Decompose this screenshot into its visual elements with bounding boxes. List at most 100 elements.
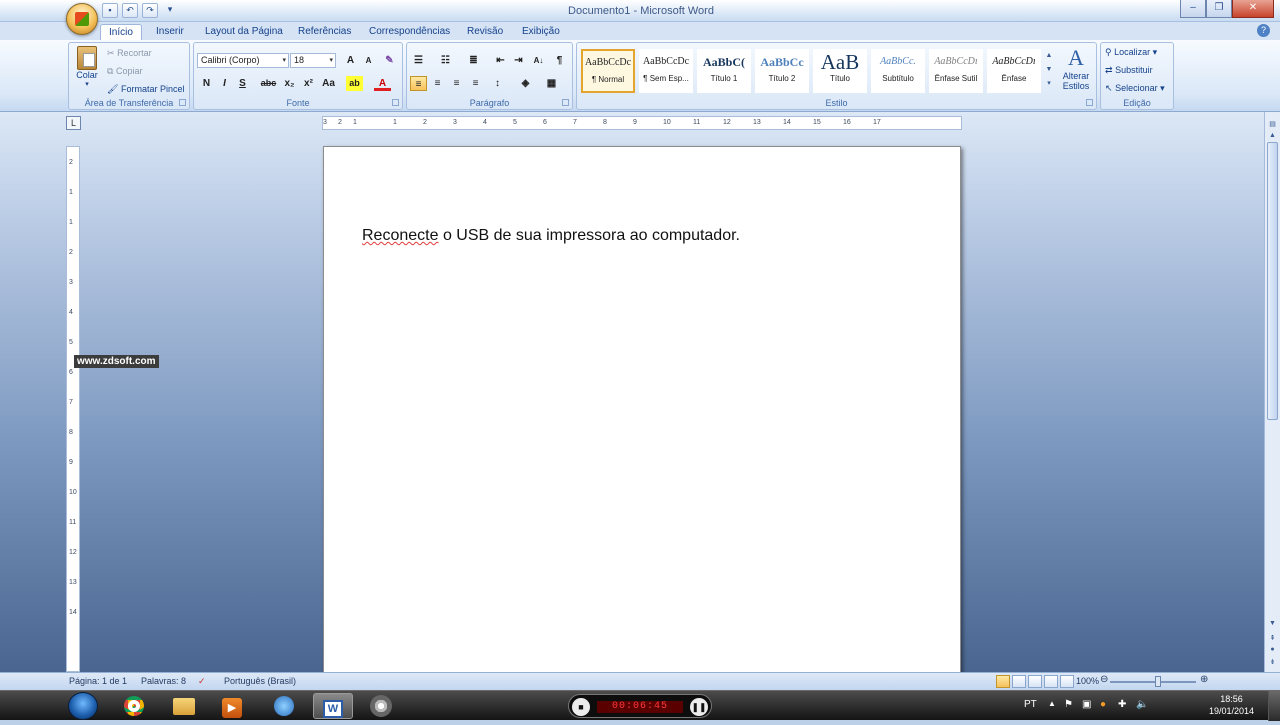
explorer-icon[interactable] <box>164 693 204 719</box>
decrease-indent-icon[interactable]: ⇤ <box>492 53 509 68</box>
tab-selector[interactable]: L <box>66 116 81 130</box>
tab-revisao[interactable]: Revisão <box>459 24 511 40</box>
word-count[interactable]: Palavras: 8 <box>141 676 186 686</box>
zoom-slider-thumb[interactable] <box>1155 676 1161 687</box>
page-count[interactable]: Página: 1 de 1 <box>69 676 127 686</box>
line-spacing-icon[interactable]: ↕ <box>489 76 506 91</box>
tab-correspondencias[interactable]: Correspondências <box>361 24 458 40</box>
strikethrough-button[interactable]: abc <box>260 76 277 91</box>
language-indicator[interactable]: Português (Brasil) <box>224 676 296 686</box>
scrollbar-thumb[interactable] <box>1267 142 1278 420</box>
subscript-button[interactable]: x₂ <box>281 76 298 91</box>
tray-app-icon[interactable]: ● <box>1100 699 1106 710</box>
word-taskbar-icon[interactable]: W <box>313 693 353 719</box>
style-gallery-scroll[interactable]: ▲ ▼ ▾ <box>1044 49 1054 93</box>
document-text[interactable]: Reconecte o USB de sua impressora ao com… <box>362 227 740 245</box>
replace-button[interactable]: ⇄ Substituir <box>1105 65 1153 76</box>
maximize-button[interactable]: ❐ <box>1206 0 1232 18</box>
format-painter-button[interactable]: 🖌 Formatar Pincel <box>107 84 184 95</box>
document-page[interactable]: Reconecte o USB de sua impressora ao com… <box>323 146 961 686</box>
select-button[interactable]: ↖ Selecionar ▾ <box>1105 83 1165 94</box>
show-marks-button[interactable]: ¶ <box>551 53 568 68</box>
underline-button[interactable]: S <box>234 76 251 91</box>
vertical-scrollbar[interactable]: ▤ ▲ ▼ ⇞ ● ⇟ <box>1264 112 1280 672</box>
tray-expand-icon[interactable]: ▲ <box>1048 699 1056 708</box>
language-bar[interactable]: PT <box>1024 699 1037 710</box>
clear-formatting-button[interactable]: ✎ <box>381 53 398 68</box>
media-icon[interactable] <box>361 693 401 719</box>
numbering-icon[interactable]: ☷ <box>437 53 454 68</box>
highlight-button[interactable]: ab <box>346 76 363 91</box>
previous-page-icon[interactable]: ⇞ <box>1267 634 1278 645</box>
style-subtitulo[interactable]: AaBbCc. Subtítulo <box>871 49 925 93</box>
tab-layout-da-pagina[interactable]: Layout da Página <box>197 24 291 40</box>
minimize-button[interactable]: – <box>1180 0 1206 18</box>
zoom-out-icon[interactable]: ⊖ <box>1100 674 1108 685</box>
proofing-icon[interactable]: ✓ <box>198 676 206 687</box>
paste-button[interactable]: Colar ▾ <box>73 46 101 88</box>
show-desktop-button[interactable] <box>1268 691 1280 721</box>
dialog-launcher-icon[interactable] <box>179 99 186 106</box>
zoom-in-icon[interactable]: ⊕ <box>1200 674 1208 685</box>
download-manager-icon[interactable] <box>264 693 304 719</box>
dialog-launcher-icon[interactable] <box>1086 99 1093 106</box>
tab-referencias[interactable]: Referências <box>290 24 359 40</box>
font-family-select[interactable]: Calibri (Corpo) ▾ <box>197 53 289 68</box>
style-titulo[interactable]: AaB Título <box>813 49 867 93</box>
vertical-ruler[interactable]: 2 1 1 2 3 4 5 6 7 8 9 10 11 12 13 14 <box>66 146 80 672</box>
bullets-icon[interactable]: ☰ <box>410 53 427 68</box>
style-titulo-1[interactable]: AaBbC(Título 1 <box>697 49 751 93</box>
sort-button[interactable]: A↓ <box>530 53 547 68</box>
media-player-icon[interactable]: ▶ <box>212 693 252 719</box>
draft-icon[interactable] <box>1060 675 1074 688</box>
ruler-toggle-icon[interactable]: ▤ <box>1267 120 1278 131</box>
chrome-icon[interactable] <box>114 693 154 719</box>
change-case-button[interactable]: Aa <box>320 76 337 91</box>
zoom-level[interactable]: 100% <box>1076 676 1099 686</box>
volume-icon[interactable]: 🔈 <box>1136 699 1148 710</box>
grow-font-button[interactable]: A <box>342 53 359 68</box>
horizontal-ruler[interactable]: 3 2 1 1 2 3 4 5 6 7 8 9 10 11 12 13 14 15 16 17 <box>322 116 962 130</box>
browse-object-icon[interactable]: ● <box>1267 646 1278 657</box>
stop-icon[interactable]: ■ <box>572 698 590 716</box>
tab-exibicao[interactable]: Exibição <box>514 24 568 40</box>
align-left-icon[interactable]: ≡ <box>410 76 427 91</box>
superscript-button[interactable]: x² <box>300 76 317 91</box>
tab-inicio[interactable]: Início <box>100 24 142 40</box>
full-screen-reading-icon[interactable] <box>1012 675 1026 688</box>
start-button[interactable] <box>68 692 98 720</box>
style-enfase[interactable]: AaBbCcDı Ênfase <box>987 49 1041 93</box>
flag-icon[interactable]: ⚑ <box>1064 699 1073 710</box>
font-size-select[interactable]: 18 ▾ <box>290 53 336 68</box>
justify-icon[interactable]: ≡ <box>467 76 484 91</box>
print-layout-icon[interactable] <box>996 675 1010 688</box>
dialog-launcher-icon[interactable] <box>562 99 569 106</box>
next-page-icon[interactable]: ⇟ <box>1267 658 1278 669</box>
scroll-down-icon[interactable]: ▼ <box>1267 620 1278 631</box>
style-sem-espacamento[interactable]: AaBbCcDc ¶ Sem Esp... <box>639 49 693 93</box>
close-button[interactable]: ✕ <box>1232 0 1274 18</box>
shading-icon[interactable]: ◈ <box>517 76 534 91</box>
find-button[interactable]: ⚲ Localizar ▾ <box>1105 47 1157 58</box>
cut-button[interactable]: ✂ Recortar <box>107 48 152 59</box>
network-icon[interactable]: ▣ <box>1082 699 1091 710</box>
shrink-font-button[interactable]: A <box>360 53 377 68</box>
multilevel-list-icon[interactable]: ≣ <box>465 53 482 68</box>
tab-inserir[interactable]: Inserir <box>148 24 192 40</box>
clock[interactable]: 18:56 19/01/2014 <box>1209 693 1254 717</box>
pause-icon[interactable]: ❚❚ <box>690 698 708 716</box>
tray-utility-icon[interactable]: ✚ <box>1118 699 1126 710</box>
help-icon[interactable]: ? <box>1257 24 1270 37</box>
dialog-launcher-icon[interactable] <box>392 99 399 106</box>
zoom-slider[interactable] <box>1110 681 1196 683</box>
style-titulo-2[interactable]: AaBbCc Título 2 <box>755 49 809 93</box>
bold-button[interactable]: N <box>198 76 215 91</box>
increase-indent-icon[interactable]: ⇥ <box>510 53 527 68</box>
web-layout-icon[interactable] <box>1028 675 1042 688</box>
borders-icon[interactable]: ▦ <box>543 76 560 91</box>
style-enfase-sutil[interactable]: AaBbCcDı Ênfase Sutil <box>929 49 983 93</box>
copy-button[interactable]: ⧉ Copiar <box>107 66 142 77</box>
outline-icon[interactable] <box>1044 675 1058 688</box>
misspelled-word[interactable]: Reconecte <box>362 227 439 244</box>
italic-button[interactable]: I <box>216 76 233 91</box>
